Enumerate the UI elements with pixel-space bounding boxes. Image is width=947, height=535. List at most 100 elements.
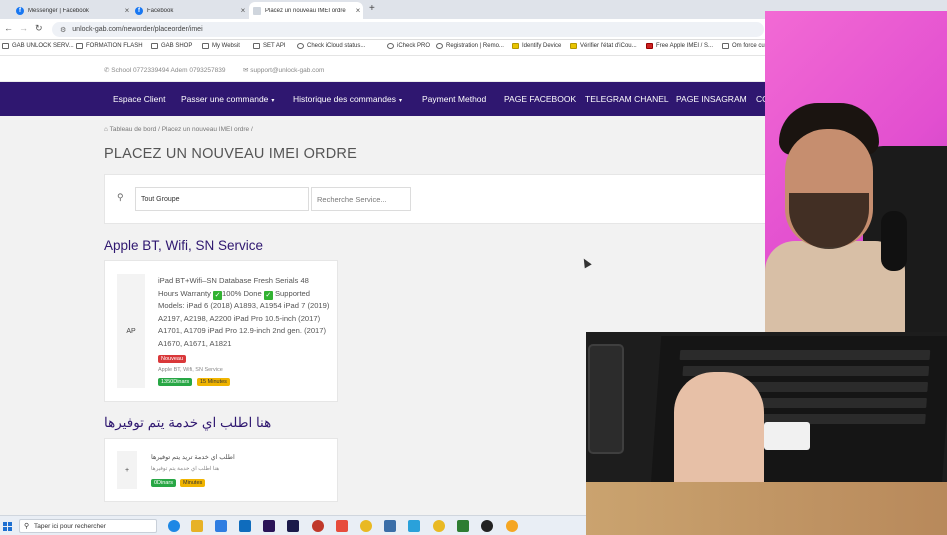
- bookmark-item[interactable]: iCheck PRO: [387, 43, 430, 49]
- bookmark-label: GAB UNLOCK SERV...: [12, 43, 74, 49]
- after-effects-icon[interactable]: [287, 520, 299, 532]
- bookmark-item[interactable]: SET API: [253, 43, 286, 49]
- breadcrumb-dashboard[interactable]: Tableau de bord: [110, 126, 157, 133]
- bookmark-label: iCheck PRO: [397, 43, 431, 49]
- bookmark-item[interactable]: My Websit: [202, 43, 240, 49]
- phone-info: ✆ School 0772339494 Adem 0793257839: [104, 66, 225, 74]
- folder-icon: [722, 43, 729, 49]
- usb-dongle: [764, 422, 810, 450]
- main-nav: Espace Client Passer une commande ▾ Histo…: [0, 82, 769, 116]
- app-icon[interactable]: [312, 520, 324, 532]
- app-icon[interactable]: [384, 520, 396, 532]
- close-icon[interactable]: ×: [353, 6, 363, 15]
- file-explorer-icon[interactable]: [191, 520, 203, 532]
- bookmark-label: GAB SHOP: [161, 43, 193, 49]
- bookmark-item[interactable]: GAB SHOP: [151, 43, 192, 49]
- bookmark-label: Free Apple IMEI / S...: [656, 43, 714, 49]
- bookmark-label: FORMATION FLASH: [86, 43, 143, 49]
- service-card[interactable]: AP iPad BT+Wifi–SN Database Fresh Serial…: [104, 260, 338, 402]
- bookmark-label: Identify Device: [522, 43, 562, 49]
- url-field[interactable]: ⚙ unlock-gab.com/neworder/placeorder/ime…: [52, 22, 764, 37]
- bookmark-item[interactable]: FORMATION FLASH: [76, 43, 143, 49]
- filter-panel: ⚲ Tout Groupe Recherche Service...: [104, 174, 774, 224]
- forward-arrow-icon[interactable]: →: [19, 23, 28, 33]
- site-icon: [512, 43, 519, 49]
- breadcrumb: ⌂ Tableau de bord / Placez un nouveau IM…: [104, 126, 253, 133]
- nav-passer-commande[interactable]: Passer une commande ▾: [181, 94, 274, 104]
- service-status: 100% Done: [222, 288, 262, 298]
- group-title: هنا اطلب اي خدمة يتم توفيرها: [104, 415, 272, 430]
- reload-icon[interactable]: ↻: [35, 23, 43, 34]
- nav-payment[interactable]: Payment Method: [422, 94, 486, 104]
- nav-label: Historique des commandes: [293, 94, 396, 104]
- bookmark-label: SET API: [263, 43, 286, 49]
- email-info[interactable]: ✉ support@unlock-gab.com: [243, 66, 324, 74]
- nav-instagram[interactable]: PAGE INSAGRAM: [676, 94, 747, 104]
- search-icon: ⚲: [117, 192, 124, 202]
- mail-icon[interactable]: [239, 520, 251, 532]
- folder-icon: [253, 43, 260, 49]
- taskbar-search-input[interactable]: ⚲ Taper ici pour rechercher: [19, 519, 157, 533]
- nav-label: Espace Client: [113, 94, 166, 104]
- google-icon: [297, 43, 304, 49]
- app-icon[interactable]: [457, 520, 469, 532]
- chrome-icon[interactable]: [433, 520, 445, 532]
- group-select[interactable]: Tout Groupe: [135, 187, 309, 211]
- site-icon: [387, 43, 394, 49]
- service-description: iPad BT+Wifi–SN Database Fresh Serials 4…: [158, 275, 330, 351]
- webcam-face-overlay: [765, 11, 947, 332]
- chevron-down-icon: ▾: [271, 98, 275, 104]
- app-icon[interactable]: [336, 520, 348, 532]
- bookmark-item[interactable]: Check iCloud status...: [297, 43, 365, 49]
- bookmark-item[interactable]: Vérifier l'état d'iCou...: [570, 43, 637, 49]
- nav-label: Payment Method: [422, 94, 487, 104]
- nav-historique[interactable]: Historique des commandes ▾: [293, 94, 402, 104]
- chrome-icon[interactable]: [360, 520, 372, 532]
- back-arrow-icon[interactable]: ←: [4, 23, 13, 33]
- microphone-icon: [881, 211, 907, 271]
- tab-facebook[interactable]: f Facebook ×: [131, 2, 248, 19]
- breadcrumb-separator: /: [250, 126, 253, 133]
- service-name: اطلب اي خدمة تريد يتم توفيرها: [151, 454, 235, 461]
- contact-strip: ✆ School 0772339494 Adem 0793257839 ✉ su…: [0, 56, 765, 82]
- premiere-icon[interactable]: [263, 520, 275, 532]
- nav-label: Passer une commande: [181, 94, 269, 104]
- phone-device: [588, 344, 624, 454]
- bookmark-item[interactable]: Free Apple IMEI / S...: [646, 43, 713, 49]
- nav-label: TELEGRAM CHANEL: [585, 94, 669, 104]
- tab-label: Facebook: [147, 7, 174, 14]
- time-badge: Minutes: [180, 479, 206, 487]
- windows-start-icon[interactable]: [3, 522, 12, 531]
- site-icon: [436, 43, 443, 49]
- edge-icon[interactable]: [168, 520, 180, 532]
- group-title: Apple BT, Wifi, SN Service: [104, 238, 264, 253]
- site-icon: [646, 43, 653, 49]
- service-search-input[interactable]: Recherche Service...: [311, 187, 411, 211]
- nav-espace-client[interactable]: Espace Client: [113, 94, 165, 104]
- bookmark-item[interactable]: Identify Device: [512, 43, 561, 49]
- service-card[interactable]: + اطلب اي خدمة تريد يتم توفيرها هنا اطلب…: [104, 438, 338, 502]
- tab-label: Messenger | Facebook: [28, 7, 89, 14]
- bookmark-label: Check iCloud status...: [307, 43, 366, 49]
- new-tab-button[interactable]: +: [369, 3, 375, 14]
- site-info-icon[interactable]: ⚙: [60, 26, 66, 34]
- nav-facebook[interactable]: PAGE FACEBOOK: [504, 94, 576, 104]
- check-icon: ✓: [263, 290, 273, 300]
- bookmark-label: My Websit: [212, 43, 240, 49]
- site-icon: [570, 43, 577, 49]
- phone-text: School 0772339494 Adem 0793257839: [111, 67, 226, 74]
- bookmark-item[interactable]: Registration | Remo...: [436, 43, 504, 49]
- tab-messenger[interactable]: f Messenger | Facebook ×: [12, 2, 132, 19]
- tab-placeorder[interactable]: Placez un nouveau IMEI ordre ×: [249, 2, 363, 19]
- store-icon[interactable]: [215, 520, 227, 532]
- obs-icon[interactable]: [481, 520, 493, 532]
- telegram-icon[interactable]: [408, 520, 420, 532]
- app-icon[interactable]: [506, 520, 518, 532]
- nav-telegram[interactable]: TELEGRAM CHANEL: [585, 94, 669, 104]
- bookmark-label: Vérifier l'état d'iCou...: [580, 43, 637, 49]
- folder-icon: [2, 43, 9, 49]
- close-icon[interactable]: ×: [238, 6, 248, 15]
- bookmark-item[interactable]: GAB UNLOCK SERV...: [2, 43, 74, 49]
- service-category: Apple BT, Wifi, SN Service: [158, 367, 223, 373]
- home-icon[interactable]: ⌂: [104, 126, 108, 133]
